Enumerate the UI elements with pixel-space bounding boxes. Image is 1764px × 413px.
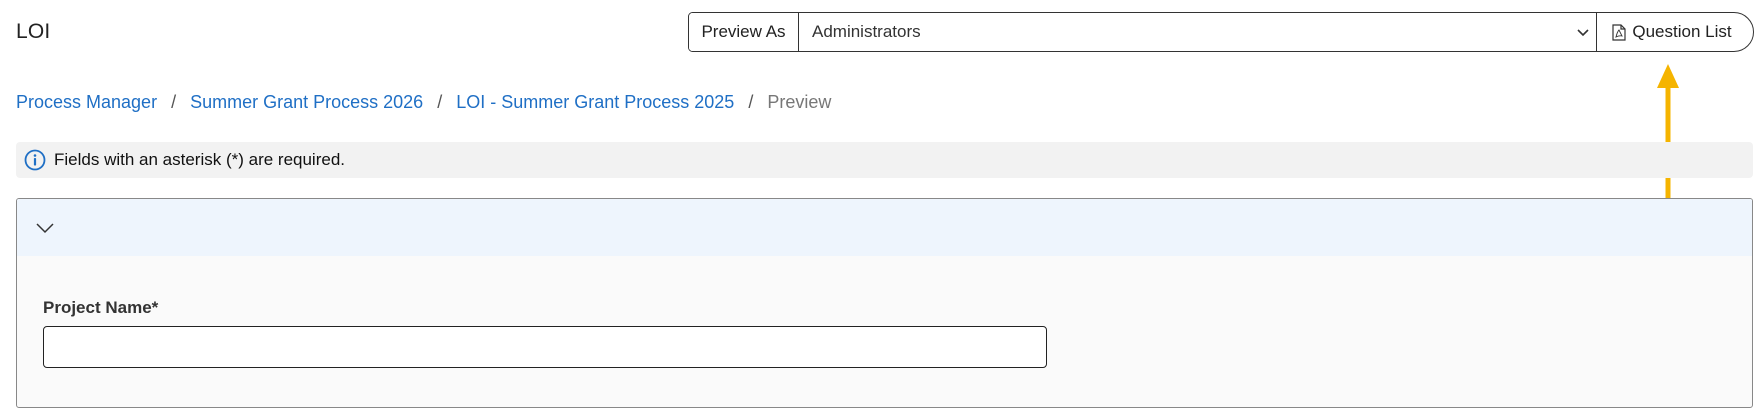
info-circle-icon xyxy=(24,149,46,171)
project-name-label: Project Name* xyxy=(43,298,159,317)
chevron-down-icon xyxy=(1577,29,1589,37)
breadcrumb-separator: / xyxy=(748,92,754,112)
question-list-label: Question List xyxy=(1632,22,1732,41)
preview-as-selected-value: Administrators xyxy=(812,22,921,41)
chevron-down-icon xyxy=(36,222,54,233)
breadcrumb-link-summer-grant-process[interactable]: Summer Grant Process 2026 xyxy=(190,92,423,113)
page-title: LOI xyxy=(16,20,51,43)
breadcrumb: Process Manager / Summer Grant Process 2… xyxy=(16,92,831,113)
breadcrumb-separator: / xyxy=(171,92,177,112)
breadcrumb-separator: / xyxy=(437,92,443,112)
page: LOI Preview As Administrators Question L… xyxy=(0,0,1764,413)
required-fields-text: Fields with an asterisk (*) are required… xyxy=(54,150,346,169)
project-name-input[interactable] xyxy=(43,326,1047,368)
preview-as-select[interactable]: Administrators xyxy=(799,13,1597,51)
section-collapse-toggle[interactable] xyxy=(17,199,1752,256)
preview-as-label: Preview As xyxy=(689,13,799,51)
file-pdf-icon xyxy=(1612,23,1626,41)
preview-as-group: Preview As Administrators Question List xyxy=(688,12,1754,52)
breadcrumb-current: Preview xyxy=(767,92,832,112)
question-list-button[interactable]: Question List xyxy=(1597,13,1753,51)
required-fields-banner: Fields with an asterisk (*) are required… xyxy=(16,142,1753,178)
form-section: Project Name* xyxy=(16,198,1753,408)
breadcrumb-link-loi[interactable]: LOI - Summer Grant Process 2025 xyxy=(456,92,734,113)
breadcrumb-link-process-manager[interactable]: Process Manager xyxy=(16,92,157,113)
